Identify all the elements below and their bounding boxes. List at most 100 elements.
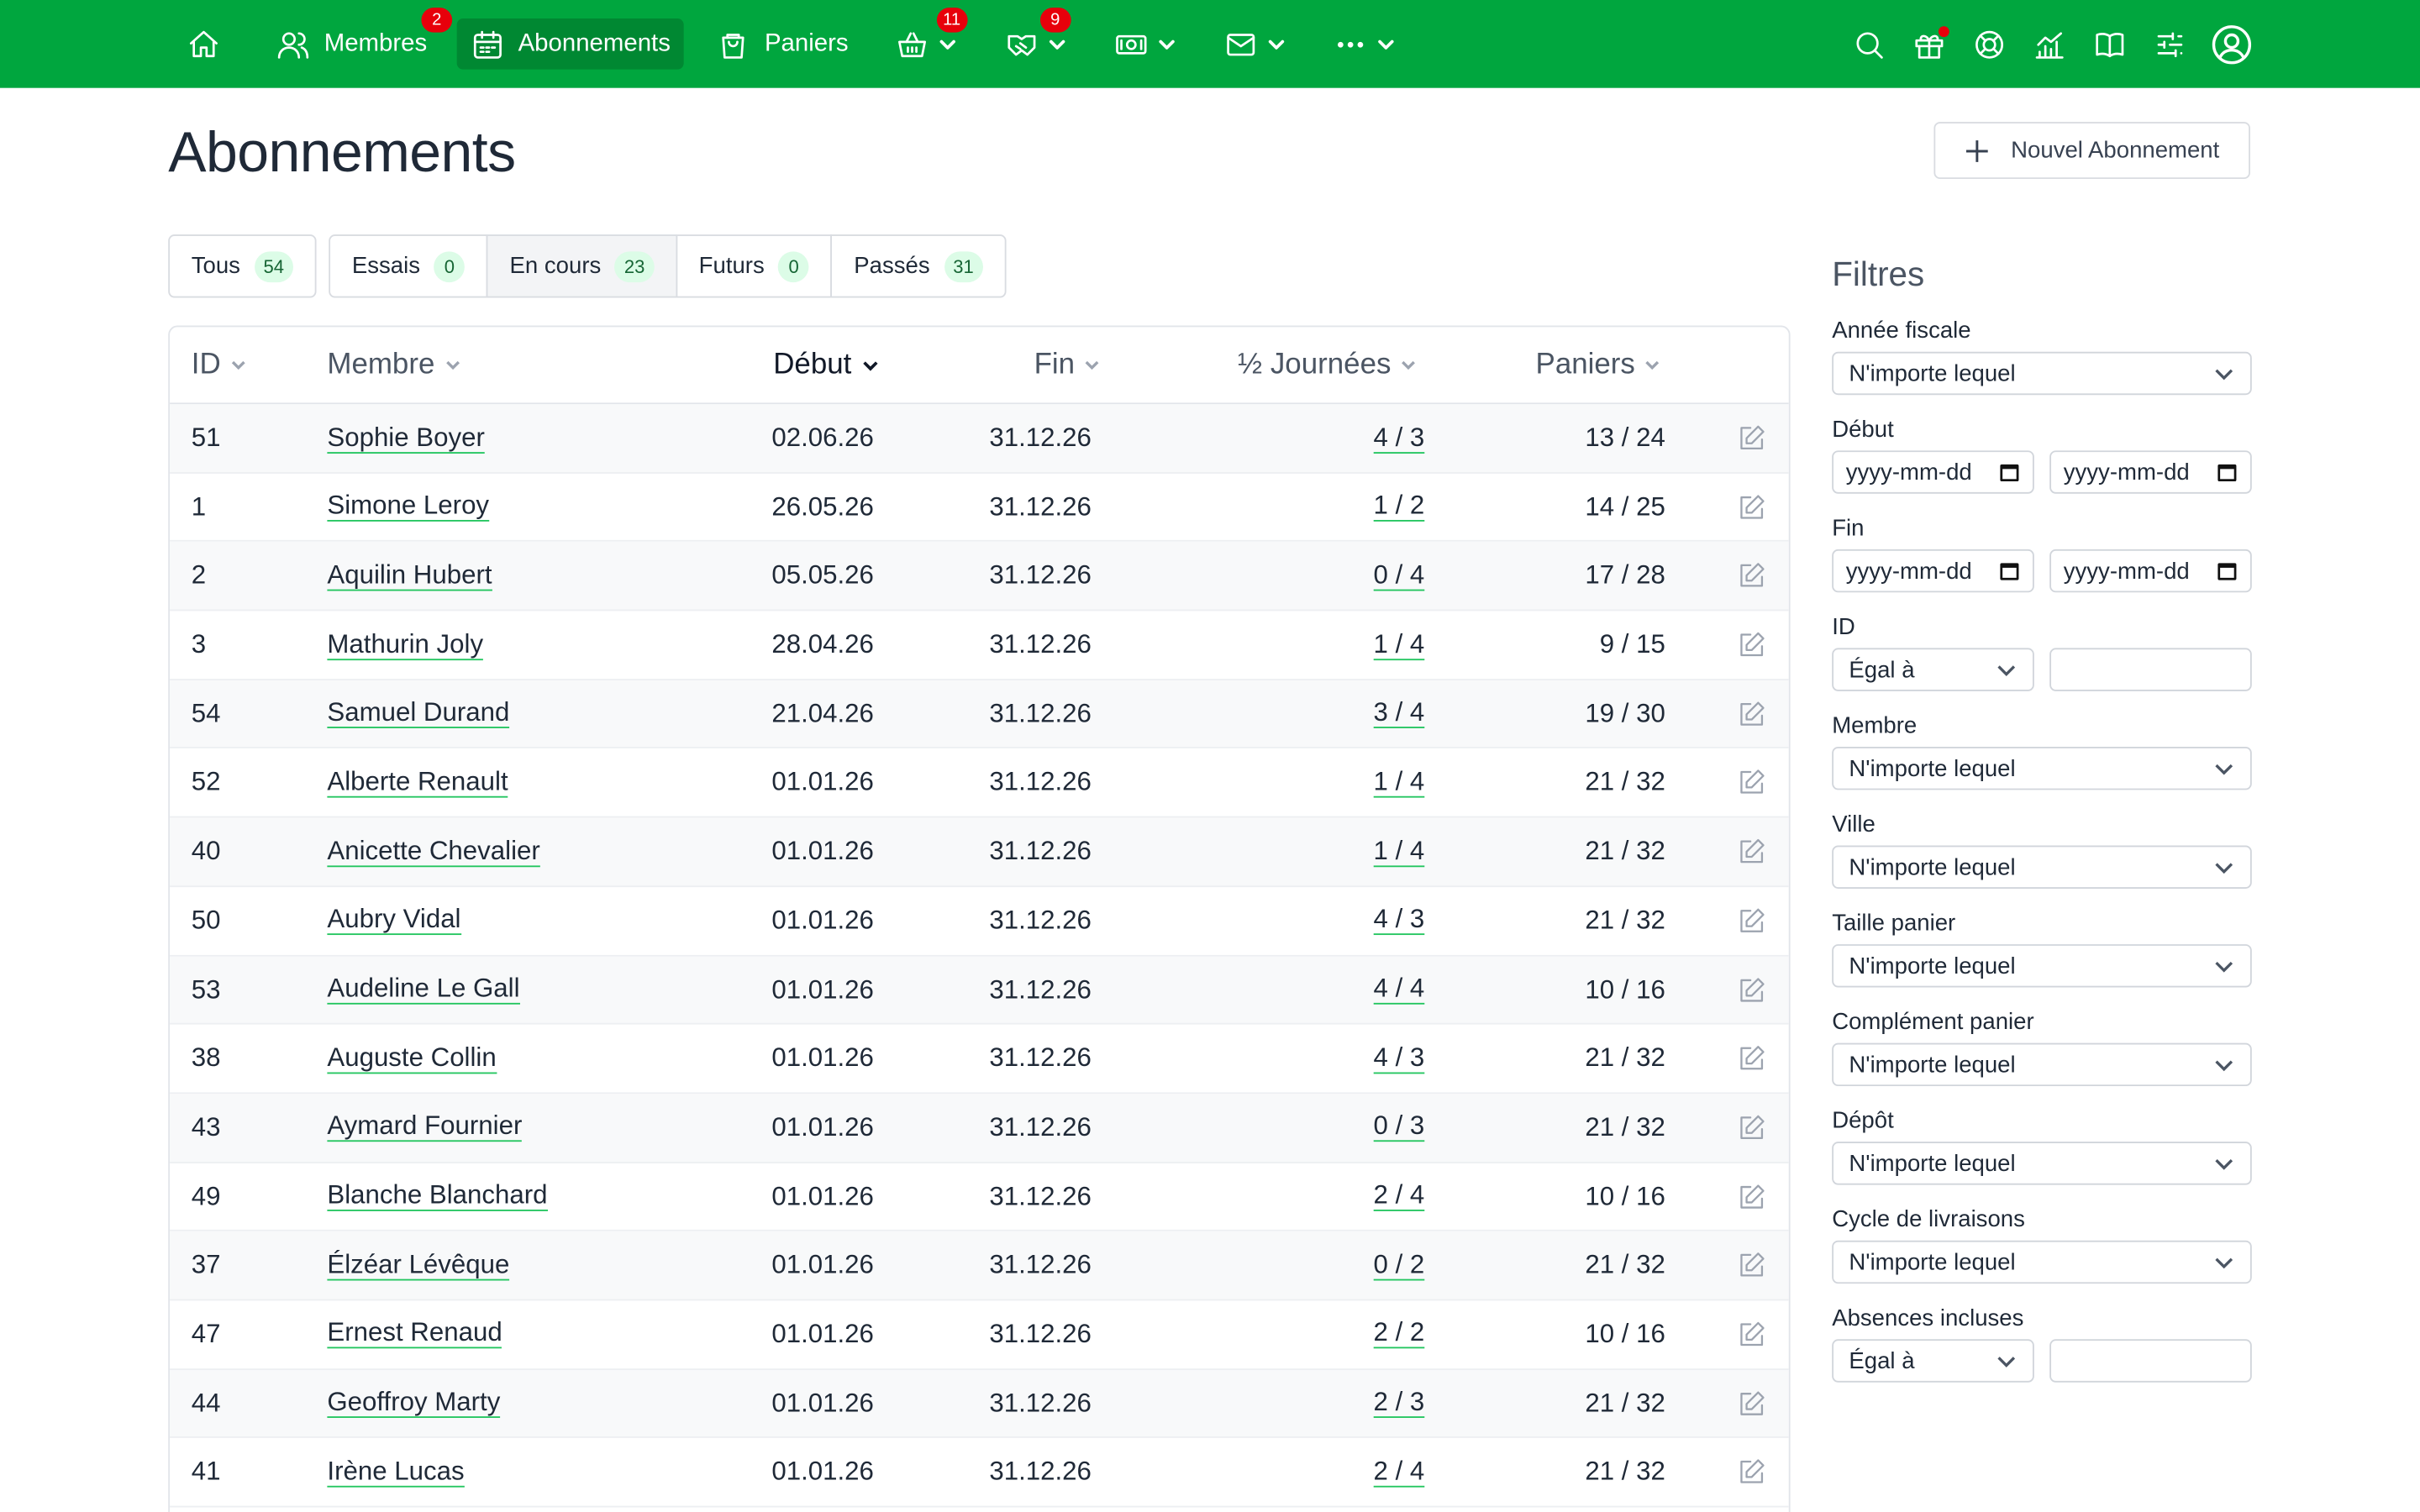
ville-select[interactable]: N'importe lequel xyxy=(1832,845,2252,889)
journees-link[interactable]: 4 / 3 xyxy=(1373,423,1425,454)
journees-link[interactable]: 2 / 2 xyxy=(1373,1319,1425,1350)
journees-link[interactable]: 1 / 4 xyxy=(1373,630,1425,660)
edit-button[interactable] xyxy=(1736,818,1767,886)
column-header-membre[interactable]: Membre xyxy=(327,327,460,402)
journees-link[interactable]: 1 / 2 xyxy=(1373,491,1425,522)
nav-paniers[interactable]: Paniers xyxy=(702,18,862,70)
member-link[interactable]: Aubry Vidal xyxy=(327,906,461,936)
journees-link[interactable]: 4 / 4 xyxy=(1373,974,1425,1005)
journees-link[interactable]: 0 / 3 xyxy=(1373,1112,1425,1142)
column-header-paniers[interactable]: Paniers xyxy=(1536,327,1662,402)
member-link[interactable]: Auguste Collin xyxy=(327,1043,497,1074)
nav-abonnements[interactable]: Abonnements xyxy=(456,18,685,70)
calendar-picker-icon[interactable] xyxy=(2217,461,2238,483)
edit-button[interactable] xyxy=(1736,956,1767,1024)
edit-button[interactable] xyxy=(1736,1300,1767,1368)
help-button[interactable] xyxy=(1972,27,2006,60)
new-subscription-button[interactable]: Nouvel Abonnement xyxy=(1933,122,2250,180)
tab-tous[interactable]: Tous 54 xyxy=(168,234,317,298)
journees-link[interactable]: 4 / 3 xyxy=(1373,1043,1425,1074)
fin-to-date-input[interactable]: yyyy-mm-dd xyxy=(2049,549,2252,593)
member-link[interactable]: Aymard Fournier xyxy=(327,1112,523,1142)
column-header-fin[interactable]: Fin xyxy=(1034,327,1102,402)
journees-link[interactable]: 1 / 4 xyxy=(1373,837,1425,867)
account-button[interactable] xyxy=(2210,23,2253,66)
member-link[interactable]: Mathurin Joly xyxy=(327,630,484,660)
member-link[interactable]: Irène Lucas xyxy=(327,1457,465,1488)
debut-from-date-input[interactable]: yyyy-mm-dd xyxy=(1832,450,2034,494)
gift-button[interactable] xyxy=(1912,25,1949,60)
edit-button[interactable] xyxy=(1736,611,1767,679)
nav-home[interactable] xyxy=(173,18,234,70)
journees-link[interactable]: 2 / 3 xyxy=(1373,1388,1425,1419)
member-link[interactable]: Audeline Le Gall xyxy=(327,974,520,1005)
edit-button[interactable] xyxy=(1736,1025,1767,1093)
edit-button[interactable] xyxy=(1736,404,1767,472)
id-value-input[interactable] xyxy=(2049,648,2252,691)
absences-operator-select[interactable]: Égal à xyxy=(1832,1339,2034,1383)
journees-link[interactable]: 3 / 4 xyxy=(1373,699,1425,729)
member-link[interactable]: Ernest Renaud xyxy=(327,1319,502,1350)
member-link[interactable]: Simone Leroy xyxy=(327,491,490,522)
column-header-debut[interactable]: Début xyxy=(773,327,879,402)
member-link[interactable]: Blanche Blanchard xyxy=(327,1181,548,1211)
absences-value-input[interactable] xyxy=(2049,1339,2252,1383)
edit-button[interactable] xyxy=(1736,1369,1767,1437)
cell-fin: 31.12.26 xyxy=(989,698,1092,728)
edit-button[interactable] xyxy=(1736,1163,1767,1231)
edit-button[interactable] xyxy=(1736,473,1767,541)
nav-membres[interactable]: Membres 2 xyxy=(262,8,453,70)
calendar-picker-icon[interactable] xyxy=(2217,560,2238,582)
settings-button[interactable] xyxy=(2153,27,2186,60)
edit-button[interactable] xyxy=(1736,542,1767,610)
nav-handshake-menu[interactable]: 9 xyxy=(991,8,1081,70)
edit-button[interactable] xyxy=(1736,1094,1767,1162)
tab-passes[interactable]: Passés 31 xyxy=(830,234,1007,298)
cell-paniers: 19 / 30 xyxy=(1585,698,1665,728)
journees-link[interactable]: 0 / 2 xyxy=(1373,1250,1425,1281)
cell-membre: Ernest Renaud xyxy=(327,1300,502,1368)
edit-button[interactable] xyxy=(1736,680,1767,748)
member-link[interactable]: Anicette Chevalier xyxy=(327,837,540,867)
member-link[interactable]: Alberte Renault xyxy=(327,768,508,798)
table-row: 43 Aymard Fournier 01.01.26 31.12.26 0 / 3 21… xyxy=(170,1094,1789,1163)
docs-button[interactable] xyxy=(2093,27,2127,60)
complement-panier-select[interactable]: N'importe lequel xyxy=(1832,1042,2252,1087)
calendar-picker-icon[interactable] xyxy=(1999,560,2021,582)
edit-button[interactable] xyxy=(1736,1231,1767,1299)
column-header-id[interactable]: ID xyxy=(192,327,247,402)
taille-panier-select[interactable]: N'importe lequel xyxy=(1832,944,2252,988)
journees-link[interactable]: 2 / 4 xyxy=(1373,1457,1425,1488)
cycle-livraisons-select[interactable]: N'importe lequel xyxy=(1832,1240,2252,1284)
edit-button[interactable] xyxy=(1736,749,1767,817)
tab-en-cours[interactable]: En cours 23 xyxy=(487,234,677,298)
stats-button[interactable] xyxy=(2033,27,2066,60)
journees-link[interactable]: 1 / 4 xyxy=(1373,768,1425,798)
member-link[interactable]: Sophie Boyer xyxy=(327,423,485,454)
journees-link[interactable]: 0 / 4 xyxy=(1373,560,1425,591)
fin-from-date-input[interactable]: yyyy-mm-dd xyxy=(1832,549,2034,593)
debut-to-date-input[interactable]: yyyy-mm-dd xyxy=(2049,450,2252,494)
depot-select[interactable]: N'importe lequel xyxy=(1832,1142,2252,1185)
search-button[interactable] xyxy=(1852,27,1886,60)
nav-basket-menu[interactable]: 11 xyxy=(881,8,971,70)
member-link[interactable]: Élzéar Lévêque xyxy=(327,1250,510,1281)
member-link[interactable]: Aquilin Hubert xyxy=(327,560,492,591)
edit-button[interactable] xyxy=(1736,1438,1767,1506)
nav-money-menu[interactable] xyxy=(1100,18,1190,70)
calendar-picker-icon[interactable] xyxy=(1999,461,2021,483)
cell-fin: 31.12.26 xyxy=(989,767,1092,797)
id-operator-select[interactable]: Égal à xyxy=(1832,648,2034,691)
member-link[interactable]: Samuel Durand xyxy=(327,699,510,729)
journees-link[interactable]: 4 / 3 xyxy=(1373,906,1425,936)
tab-essais[interactable]: Essais 0 xyxy=(329,234,488,298)
tab-futurs[interactable]: Futurs 0 xyxy=(676,234,833,298)
annee-fiscale-select[interactable]: N'importe lequel xyxy=(1832,351,2252,396)
journees-link[interactable]: 2 / 4 xyxy=(1373,1181,1425,1211)
nav-more-menu[interactable] xyxy=(1319,18,1409,70)
nav-mail-menu[interactable] xyxy=(1209,18,1299,70)
member-link[interactable]: Geoffroy Marty xyxy=(327,1388,501,1419)
column-header-journees[interactable]: ½ Journées xyxy=(1238,327,1418,402)
edit-button[interactable] xyxy=(1736,887,1767,955)
membre-select[interactable]: N'importe lequel xyxy=(1832,746,2252,790)
